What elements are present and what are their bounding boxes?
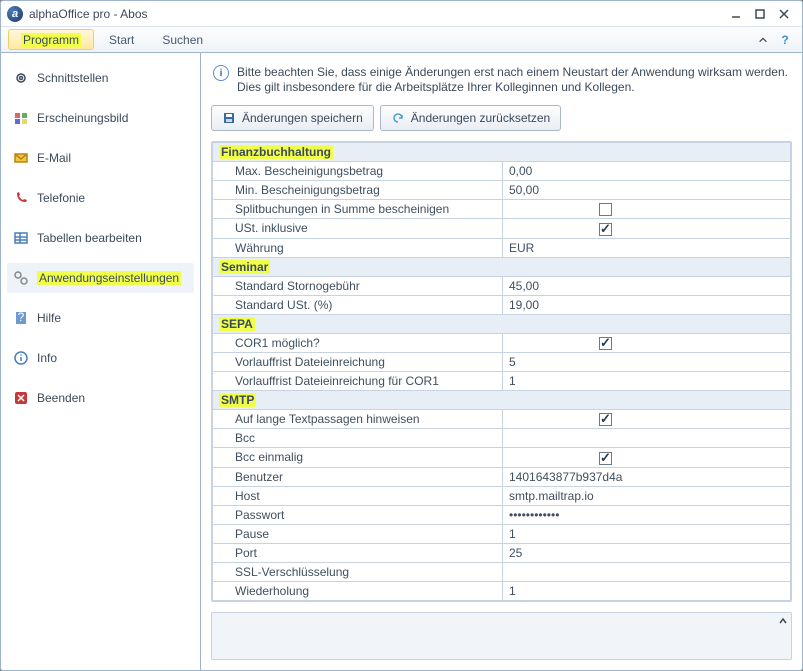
sidebar-item-label: E-Mail	[37, 151, 71, 165]
checkbox[interactable]	[599, 203, 612, 216]
category-seminar: Seminar	[213, 257, 791, 276]
setting-row[interactable]: Vorlauffrist Dateieinreichung für COR11	[213, 371, 791, 390]
category-sepa: SEPA	[213, 314, 791, 333]
help-icon[interactable]: ?	[774, 27, 796, 52]
sidebar-item-info[interactable]: Info	[7, 343, 194, 373]
undo-icon	[391, 111, 405, 125]
category-finanz: Finanzbuchhaltung	[213, 143, 791, 162]
collapse-ribbon-icon[interactable]	[752, 27, 774, 52]
setting-row[interactable]: SSL-Verschlüsselung	[213, 562, 791, 581]
gear-icon	[13, 70, 29, 86]
category-smtp: SMTP	[213, 390, 791, 409]
setting-row[interactable]: Max. Bescheinigungsbetrag0,00	[213, 162, 791, 181]
settings-icon	[13, 270, 29, 286]
info-text: Bitte beachten Sie, dass einige Änderung…	[237, 65, 788, 95]
checkbox[interactable]	[599, 223, 612, 236]
maximize-button[interactable]	[748, 5, 772, 23]
setting-row[interactable]: Min. Bescheinigungsbetrag50,00	[213, 181, 791, 200]
menu-suchen[interactable]: Suchen	[149, 29, 216, 50]
sidebar-item-tabellen[interactable]: Tabellen bearbeiten	[7, 223, 194, 253]
info-icon	[13, 350, 29, 366]
menu-start[interactable]: Start	[96, 29, 147, 50]
checkbox[interactable]	[599, 452, 612, 465]
sidebar-item-label: Anwendungseinstellungen	[37, 271, 181, 285]
svg-text:?: ?	[18, 310, 25, 324]
info-bar: i Bitte beachten Sie, dass einige Änderu…	[211, 61, 792, 105]
reset-button-label: Änderungen zurücksetzen	[411, 111, 550, 125]
save-icon	[222, 111, 236, 125]
setting-row[interactable]: Splitbuchungen in Summe bescheinigen	[213, 200, 791, 219]
sidebar-item-telefonie[interactable]: Telefonie	[7, 183, 194, 213]
exit-icon	[13, 390, 29, 406]
help-book-icon: ?	[13, 310, 29, 326]
setting-row[interactable]: Pause1	[213, 524, 791, 543]
app-window: a alphaOffice pro - Abos Programm Start …	[0, 0, 803, 671]
title-bar: a alphaOffice pro - Abos	[1, 1, 802, 27]
setting-row[interactable]: WährungEUR	[213, 238, 791, 257]
window-title: alphaOffice pro - Abos	[29, 7, 724, 21]
reset-button[interactable]: Änderungen zurücksetzen	[380, 105, 561, 131]
setting-row[interactable]: Vorlauffrist Dateieinreichung5	[213, 352, 791, 371]
sidebar-item-erscheinungsbild[interactable]: Erscheinungsbild	[7, 103, 194, 133]
sidebar-item-anwendungseinstellungen[interactable]: Anwendungseinstellungen	[7, 263, 194, 293]
setting-row[interactable]: Bcc	[213, 429, 791, 448]
menu-programm[interactable]: Programm	[8, 29, 94, 50]
notes-panel[interactable]	[211, 612, 792, 660]
setting-row[interactable]: Standard Stornogebühr45,00	[213, 276, 791, 295]
content-area: i Bitte beachten Sie, dass einige Änderu…	[201, 53, 802, 670]
sidebar-item-email[interactable]: E-Mail	[7, 143, 194, 173]
close-button[interactable]	[772, 5, 796, 23]
sidebar-item-label: Hilfe	[37, 311, 61, 325]
setting-row[interactable]: Auf lange Textpassagen hinweisen	[213, 409, 791, 428]
save-button-label: Änderungen speichern	[242, 111, 363, 125]
sidebar: Schnittstellen Erscheinungsbild E-Mail T…	[1, 53, 201, 670]
setting-row[interactable]: Benutzer1401643877b937d4a	[213, 467, 791, 486]
checkbox[interactable]	[599, 413, 612, 426]
sidebar-item-label: Schnittstellen	[37, 71, 108, 85]
app-logo-icon: a	[7, 6, 23, 22]
info-icon: i	[213, 65, 229, 81]
phone-icon	[13, 190, 29, 206]
toolbar: Änderungen speichern Änderungen zurückse…	[211, 105, 792, 131]
menu-bar: Programm Start Suchen ?	[1, 27, 802, 53]
scroll-up-icon[interactable]	[777, 615, 789, 627]
sidebar-item-beenden[interactable]: Beenden	[7, 383, 194, 413]
setting-row[interactable]: Wiederholung1	[213, 581, 791, 600]
table-icon	[13, 230, 29, 246]
sidebar-item-label: Info	[37, 351, 57, 365]
setting-row[interactable]: Standard USt. (%)19,00	[213, 295, 791, 314]
setting-row[interactable]: Passwort••••••••••••	[213, 505, 791, 524]
setting-row[interactable]: Bcc einmalig	[213, 448, 791, 467]
sidebar-item-schnittstellen[interactable]: Schnittstellen	[7, 63, 194, 93]
sidebar-item-hilfe[interactable]: ? Hilfe	[7, 303, 194, 333]
mail-icon	[13, 150, 29, 166]
settings-grid: Finanzbuchhaltung Max. Bescheinigungsbet…	[211, 141, 792, 602]
setting-row[interactable]: USt. inklusive	[213, 219, 791, 238]
minimize-button[interactable]	[724, 5, 748, 23]
setting-row[interactable]: Hostsmtp.mailtrap.io	[213, 486, 791, 505]
sidebar-item-label: Beenden	[37, 391, 85, 405]
sidebar-item-label: Erscheinungsbild	[37, 111, 128, 125]
checkbox[interactable]	[599, 337, 612, 350]
sidebar-item-label: Tabellen bearbeiten	[37, 231, 142, 245]
setting-row[interactable]: COR1 möglich?	[213, 333, 791, 352]
setting-row[interactable]: Port25	[213, 543, 791, 562]
sidebar-item-label: Telefonie	[37, 191, 85, 205]
appearance-icon	[13, 110, 29, 126]
save-button[interactable]: Änderungen speichern	[211, 105, 374, 131]
